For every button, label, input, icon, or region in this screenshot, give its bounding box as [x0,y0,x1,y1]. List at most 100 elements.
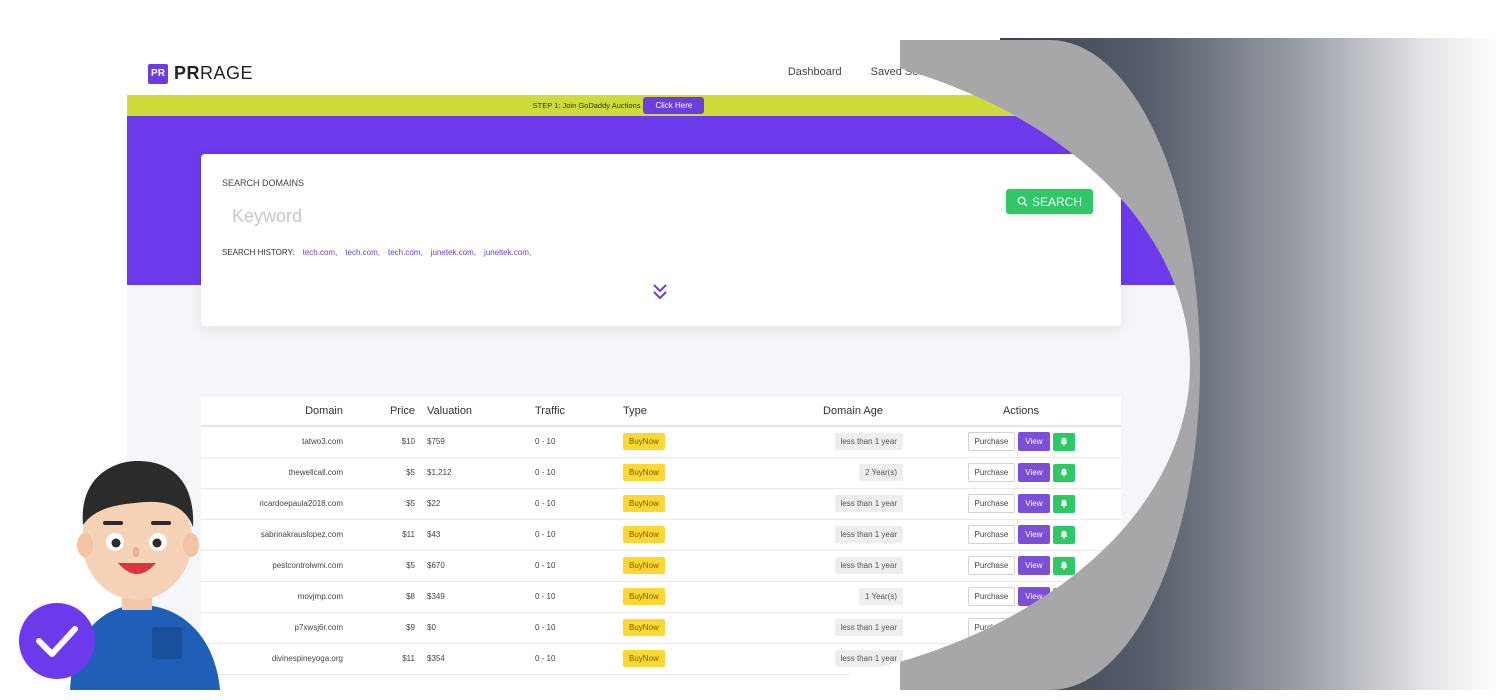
bell-icon [1060,654,1067,663]
cell-domain-age: less than 1 year [753,643,903,675]
col-actions: Actions [903,397,1121,427]
purchase-button[interactable]: Purchase [967,587,1016,606]
notify-button[interactable] [1052,618,1075,637]
history-item[interactable]: tech.com, [303,248,338,257]
purchase-button[interactable]: Purchase [967,494,1016,513]
cell-type: BuyNow [623,457,753,489]
cell-actions: Purchase View [903,519,1121,551]
bell-icon [1060,623,1067,632]
cell-domain-age: less than 1 year [753,612,903,644]
col-price[interactable]: Price [343,397,419,427]
logo-text: PRRAGE [174,63,254,83]
cell-actions: Purchase View [903,488,1121,520]
purchase-button[interactable]: Purchase [967,432,1016,452]
col-type[interactable]: Type [623,397,753,427]
history-item[interactable]: juneltek.com, [484,248,531,257]
table-row: divinespineyoga.org $11 $354 0 - 10 BuyN… [201,643,1121,675]
nav-saved-searches[interactable]: Saved Searches [871,66,952,78]
type-badge: BuyNow [623,433,665,451]
type-badge: BuyNow [623,619,665,636]
history-item[interactable]: tech.com, [345,248,380,257]
promo-text: STEP 1: Join GoDaddy Auctions [532,101,641,110]
search-button[interactable]: SEARCH [1006,189,1093,214]
type-badge: BuyNow [623,588,665,605]
col-domain-age[interactable]: Domain Age [753,397,903,427]
bell-icon [1060,468,1067,477]
age-badge: less than 1 year [834,526,903,543]
search-input[interactable] [222,201,822,231]
table-header-row: Domain Price Valuation Traffic Type Doma… [201,397,1121,427]
cell-type: BuyNow [623,612,753,644]
search-label: SEARCH DOMAINS [222,178,305,188]
logo-mark: PR [148,63,168,84]
search-button-label: SEARCH [1031,194,1082,209]
table-row: pestcontrolwmi.com $5 $670 0 - 10 BuyNow… [201,550,1121,582]
cell-price: $5 [343,457,419,489]
cell-price: $11 [343,519,419,551]
bell-icon [1060,530,1067,539]
search-history: SEARCH HISTORY: tech.com, tech.com, tech… [222,248,531,257]
notify-button[interactable] [1052,463,1075,482]
cell-valuation: $349 [419,581,535,613]
view-button[interactable]: View [1018,649,1050,668]
col-traffic[interactable]: Traffic [535,397,623,427]
view-button[interactable]: View [1018,587,1050,606]
nav-shortlist[interactable]: ShortList [980,66,1023,78]
logo[interactable]: PR PRRAGE [148,63,253,84]
cell-valuation: $354 [419,643,535,675]
notify-button[interactable] [1052,525,1075,544]
cell-actions: Purchase View [903,550,1121,582]
type-badge: BuyNow [623,650,665,667]
type-badge: BuyNow [623,557,665,574]
cell-domain-age: less than 1 year [753,426,903,458]
cell-traffic: 0 - 10 [535,550,623,582]
nav-dashboard[interactable]: Dashboard [788,66,842,78]
table-row: ricardoepaula2018.com $5 $22 0 - 10 BuyN… [201,488,1121,520]
app-window: PR PRRAGE Dashboard Saved Searches Short… [127,40,1190,690]
cell-domain-age: 1 Year(s) [753,581,903,613]
col-valuation[interactable]: Valuation [419,397,535,427]
cell-type: BuyNow [623,426,753,458]
cell-traffic: 0 - 10 [535,457,623,489]
cell-domain-age: less than 1 year [753,488,903,520]
table-row: tatwo3.com $10 $759 0 - 10 BuyNow less t… [201,426,1121,458]
cell-type: BuyNow [623,550,753,582]
table-row: sabrinakrauslopez.com $11 $43 0 - 10 Buy… [201,519,1121,551]
search-card: SEARCH DOMAINS SEARCH SEARCH HISTORY: te… [201,154,1121,326]
notify-button[interactable] [1052,432,1075,451]
purchase-button[interactable]: Purchase [967,463,1016,482]
notify-button[interactable] [1052,649,1075,668]
avatar-mascot [19,460,220,690]
view-button[interactable]: View [1018,494,1050,513]
notify-button[interactable] [1052,556,1075,575]
age-badge: less than 1 year [834,650,903,667]
view-button[interactable]: View [1018,463,1050,482]
promo-click-here-button[interactable]: Click Here [643,97,705,114]
type-badge: BuyNow [623,495,665,512]
history-item[interactable]: junetek.com, [431,248,476,257]
cell-price: $10 [343,426,419,458]
view-button[interactable]: View [1018,618,1050,637]
notify-button[interactable] [1052,494,1075,513]
col-domain[interactable]: Domain [201,397,343,427]
cell-actions: Purchase View [903,426,1121,458]
history-item[interactable]: tech.com, [388,248,423,257]
purchase-button[interactable]: Purchase [967,556,1016,575]
cell-domain: tatwo3.com [201,426,343,458]
view-button[interactable]: View [1018,432,1050,452]
bell-icon [1060,592,1067,601]
purchase-button[interactable]: Purchase [967,525,1016,544]
cell-type: BuyNow [623,488,753,520]
purchase-button[interactable]: Purchase [967,649,1016,668]
cell-type: BuyNow [623,581,753,613]
top-navbar: PR PRRAGE Dashboard Saved Searches Short… [127,40,1190,95]
purchase-button[interactable]: Purchase [967,618,1016,637]
double-chevron-down-icon[interactable] [651,282,669,302]
view-button[interactable]: View [1018,525,1050,544]
nav-profile[interactable]: Profile [1053,66,1084,78]
cell-price: $8 [343,581,419,613]
age-badge: 1 Year(s) [858,588,903,605]
cell-domain-age: less than 1 year [753,550,903,582]
view-button[interactable]: View [1018,556,1050,575]
notify-button[interactable] [1052,587,1075,606]
